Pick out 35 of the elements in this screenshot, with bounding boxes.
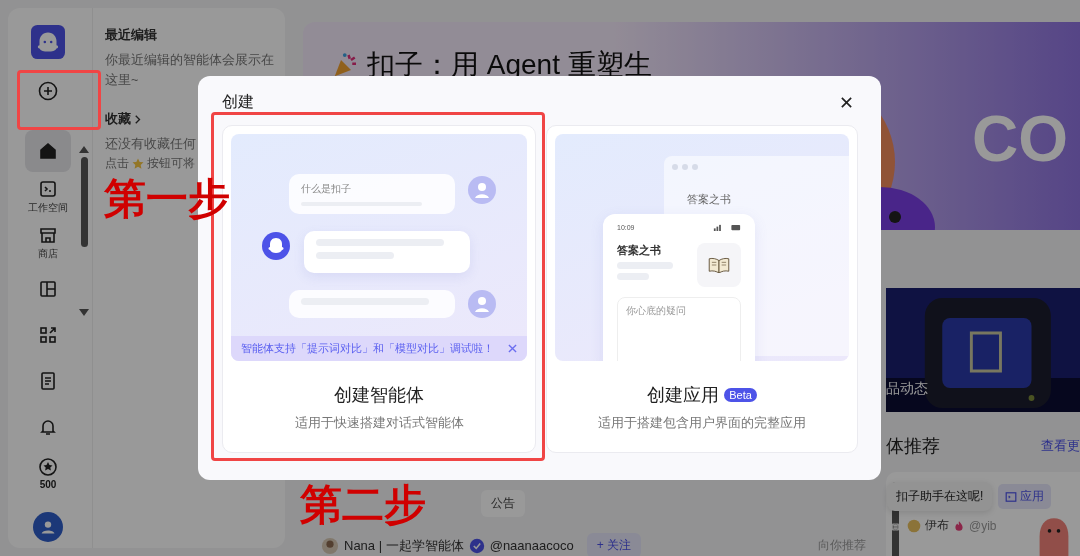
field-placeholder: 你心底的疑问 bbox=[626, 305, 686, 316]
view-more-link[interactable]: 查看更 bbox=[1041, 437, 1080, 455]
option-description: 适用于快速搭建对话式智能体 bbox=[293, 415, 465, 432]
hint-text: 点击 bbox=[105, 155, 129, 172]
author-name: Nana | 一起学智能体 bbox=[344, 536, 464, 555]
app-tag: 应用 bbox=[998, 484, 1052, 509]
nav-item[interactable]: 工作空间 bbox=[25, 176, 71, 218]
app-title: 答案之书 bbox=[617, 243, 662, 258]
author-name: 伊布 bbox=[925, 517, 949, 534]
section-title: 最近编辑 bbox=[105, 26, 158, 44]
agent-card[interactable]: 扣子助手在这呢! 应用 伊布 @yib bbox=[886, 472, 1080, 556]
hint-text: 按钮可将 bbox=[147, 155, 195, 172]
feed-tab[interactable]: 公告 bbox=[481, 490, 525, 517]
option-title: 创建智能体 bbox=[334, 384, 424, 407]
section-title: 体推荐 bbox=[886, 435, 940, 458]
empty-message: 你最近编辑的智能体会展示在这里~ bbox=[105, 52, 275, 89]
app-title: 答案之书 bbox=[687, 192, 731, 207]
favorites-link[interactable]: 收藏 bbox=[105, 110, 141, 128]
nav-item[interactable]: 商店 bbox=[25, 222, 71, 264]
notice-text: 智能体支持「提示词对比」和「模型对比」调试啦！ bbox=[241, 341, 494, 356]
author-handle: @naanaacoco bbox=[489, 538, 574, 553]
assistant-tooltip: 扣子助手在这呢! bbox=[887, 482, 993, 511]
news-card[interactable]: 品动态 bbox=[886, 288, 1080, 412]
dialog-title: 创建 bbox=[222, 92, 254, 112]
wordmark: CO bbox=[972, 102, 1068, 176]
nav-item[interactable]: 500 bbox=[25, 452, 71, 494]
option-description: 适用于搭建包含用户界面的完整应用 bbox=[597, 415, 807, 432]
step-annotation: 第二步 bbox=[300, 484, 426, 526]
empty-message: 还没有收藏任何 bbox=[105, 136, 197, 153]
news-label: 品动态 bbox=[886, 380, 928, 398]
option-title: 创建应用 bbox=[647, 384, 720, 407]
author-handle: @yib bbox=[969, 518, 997, 533]
sample-question: 什么是扣子 bbox=[301, 182, 352, 196]
follow-button[interactable]: + 关注 bbox=[586, 533, 642, 556]
beta-badge: Beta bbox=[724, 388, 757, 402]
